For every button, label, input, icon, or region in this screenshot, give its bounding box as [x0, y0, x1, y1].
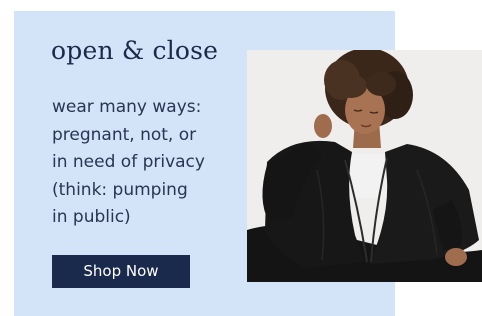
- model-in-black-wrap-cardigan-image: [247, 50, 482, 282]
- promo-description-line: in public): [52, 207, 131, 227]
- promo-description-line: (think: pumping: [52, 179, 188, 200]
- promo-description: wear many ways: pregnant, not, or in nee…: [52, 94, 232, 232]
- promo-description-line: in need of privacy: [52, 152, 205, 172]
- product-photo[interactable]: [247, 50, 482, 282]
- shop-now-button[interactable]: Shop Now: [52, 255, 190, 288]
- promo-description-line: wear many ways:: [52, 97, 202, 117]
- promo-title: open & close: [51, 36, 219, 65]
- promo-description-line: pregnant, not, or: [52, 124, 197, 145]
